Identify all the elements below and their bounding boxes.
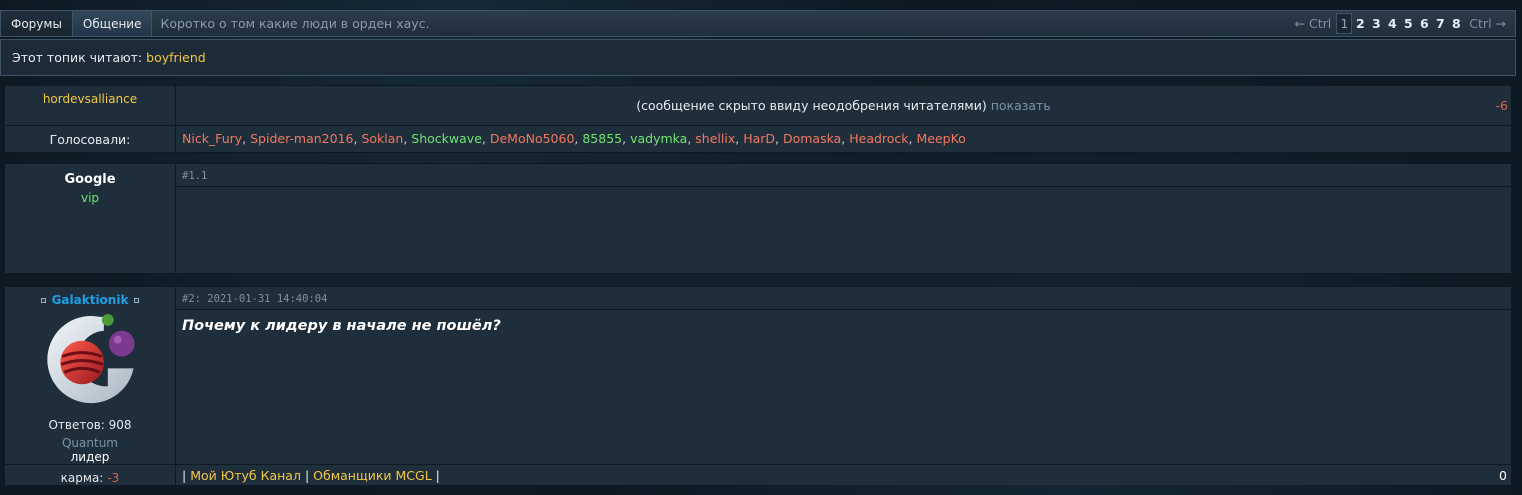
voter-separator: ,	[908, 131, 917, 146]
post-number[interactable]: #1.1	[176, 164, 1511, 187]
post-galaktionik: Galaktionik Ответов: 908 Quantum лидер #…	[4, 286, 1512, 485]
page-current: 1	[1336, 13, 1353, 34]
page-link[interactable]: 3	[1368, 13, 1384, 34]
voter-link[interactable]: Headrock	[849, 131, 908, 146]
voter-link[interactable]: MeepKo	[917, 131, 966, 146]
signature-separator: |	[182, 468, 187, 483]
voter-link[interactable]: Shockwave	[411, 131, 482, 146]
reader-user-link[interactable]: boyfriend	[146, 50, 206, 65]
voter-separator: ,	[775, 131, 783, 146]
status-dot-icon	[40, 297, 46, 303]
post-author-link[interactable]: Galaktionik	[52, 293, 129, 307]
voter-separator: ,	[242, 131, 251, 146]
voter-link[interactable]: 85855	[582, 131, 622, 146]
voter-link[interactable]: DeMoNo5060	[490, 131, 575, 146]
post-number-date[interactable]: #2: 2021-01-31 14:40:04	[176, 287, 1511, 310]
voter-separator: ,	[622, 131, 631, 146]
signature-separator: |	[304, 468, 310, 483]
forum-navbar: Форумы Общение Коротко о том какие люди …	[0, 10, 1516, 37]
post-score: -6	[1495, 98, 1508, 113]
voters-list: Nick_Fury, Spider-man2016, Soklan, Shock…	[176, 126, 1511, 146]
breadcrumb-section[interactable]: Общение	[72, 11, 153, 36]
author-name-line: Galaktionik	[40, 293, 140, 307]
hidden-post: hordevsalliance (сообщение скрыто ввиду …	[4, 85, 1512, 153]
page-link[interactable]: 2	[1352, 13, 1368, 34]
hidden-message: (сообщение скрыто ввиду неодобрения чита…	[176, 98, 1511, 113]
breadcrumb-forums[interactable]: Форумы	[1, 11, 73, 36]
signature-link-youtube[interactable]: Мой Ютуб Канал	[190, 468, 301, 483]
voter-link[interactable]: vadymka	[630, 131, 687, 146]
voter-link[interactable]: Nick_Fury	[182, 131, 242, 146]
topic-readers-bar: Этот топик читают: boyfriend	[0, 39, 1516, 76]
voter-link[interactable]: Soklan	[361, 131, 403, 146]
karma-label: карма:	[60, 471, 104, 485]
user-avatar[interactable]	[38, 309, 142, 412]
voter-link[interactable]: HarD	[743, 131, 775, 146]
voter-link[interactable]: Domaska	[783, 131, 841, 146]
page-link[interactable]: 8	[1448, 13, 1464, 34]
signature-link-scammers[interactable]: Обманщики MCGL	[313, 468, 432, 483]
page-link[interactable]: 5	[1400, 13, 1416, 34]
topic-title: Коротко о том какие люди в орден хаус.	[160, 16, 430, 31]
user-rank: vip	[80, 191, 100, 205]
show-hidden-link[interactable]: показать	[991, 98, 1051, 113]
voter-link[interactable]: shellix	[695, 131, 735, 146]
page-link[interactable]: 4	[1384, 13, 1400, 34]
voters-label: Голосовали:	[49, 131, 131, 147]
voter-separator: ,	[735, 131, 744, 146]
voter-link[interactable]: Spider-man2016	[250, 131, 353, 146]
readers-label: Этот топик читают:	[12, 50, 143, 65]
user-role: лидер	[70, 450, 110, 464]
voter-separator: ,	[481, 131, 490, 146]
reply-count: Ответов: 908	[48, 418, 132, 432]
page-link[interactable]: 6	[1416, 13, 1432, 34]
post-author-link[interactable]: hordevsalliance	[43, 92, 137, 106]
next-page-link[interactable]: Ctrl →	[1464, 16, 1511, 31]
hidden-message-text: (сообщение скрыто ввиду неодобрения чита…	[636, 98, 987, 113]
user-rank: Quantum	[61, 436, 118, 450]
page-link[interactable]: 7	[1432, 13, 1448, 34]
post-score: 0	[1499, 468, 1507, 483]
status-dot-icon	[134, 297, 140, 303]
pagination: ← Ctrl 1 2 3 4 5 6 7 8 Ctrl →	[1290, 11, 1511, 36]
post-author-link[interactable]: Google	[64, 172, 115, 187]
signature-separator: |	[435, 468, 440, 483]
post-google: Google vip #1.1	[4, 163, 1512, 274]
prev-page-link[interactable]: ← Ctrl	[1290, 16, 1337, 31]
karma-value[interactable]: -3	[107, 471, 119, 485]
signature: | Мой Ютуб Канал | Обманщики MCGL |	[176, 465, 1511, 483]
post-body: Почему к лидеру в начале не пошёл?	[182, 318, 501, 334]
